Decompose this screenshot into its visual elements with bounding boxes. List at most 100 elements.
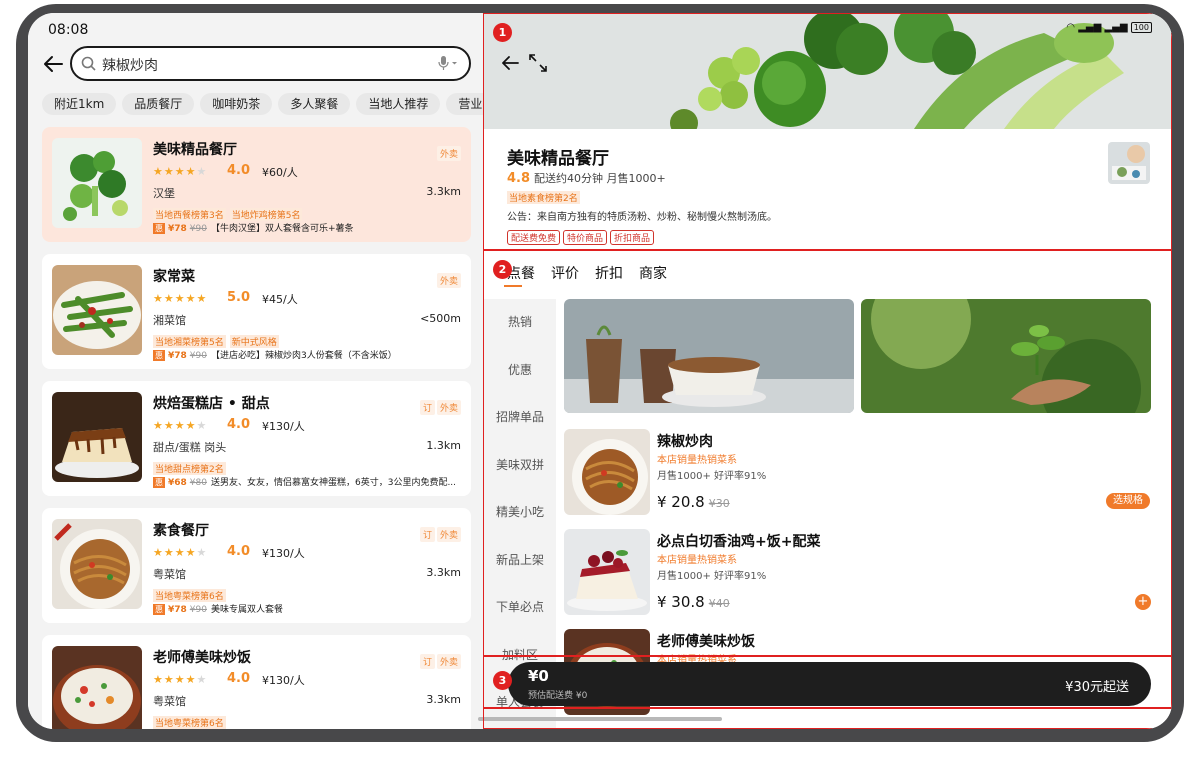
rank-badges: 当地湘菜榜第5名 新中式风格: [153, 330, 283, 349]
original-price: ¥80: [189, 478, 207, 488]
select-spec-button[interactable]: 选规格: [1106, 493, 1150, 509]
star-rating: ★★★★★: [153, 419, 208, 432]
deal-row[interactable]: 惠 ¥78 ¥90 【进店必吃】辣椒炒肉3人份套餐（不含米饭）: [153, 348, 461, 361]
restaurant-name: 美味精品餐厅: [153, 142, 237, 158]
rank-badges: 当地粤菜榜第6名: [153, 584, 230, 603]
shop-score: 4.8: [507, 171, 531, 186]
shop-name: 美味精品餐厅: [507, 149, 609, 169]
shop-notice: 公告：来自南方独有的特质汤粉、炒粉、秘制慢火熬制汤底。: [507, 212, 777, 223]
dish-price: ¥ 20.8 ¥30: [657, 493, 734, 511]
tab-merchant[interactable]: 商家: [639, 263, 667, 283]
star-rating: ★★★★★: [153, 673, 208, 686]
price: ¥ 30.8: [657, 593, 705, 611]
original-price: ¥30: [708, 497, 730, 510]
tab-reviews[interactable]: 评价: [551, 263, 579, 283]
category: 粤菜馆: [153, 568, 186, 581]
restaurant-name: 烘焙蛋糕店 • 甜点: [153, 396, 270, 412]
star-rating: ★★★★★: [153, 292, 208, 305]
deal-text: 送男友、女友，情侣慕富女神蛋糕，6英寸，3公里内免费配...: [210, 478, 457, 488]
service-tag: 外卖: [436, 146, 461, 161]
chip[interactable]: 当地人推荐: [356, 93, 441, 115]
restaurant-name: 老师傅美味炒饭: [153, 650, 251, 666]
deal-badge: 惠: [153, 223, 165, 234]
distance: 3.3km: [426, 693, 461, 706]
rank-badges: 当地西餐榜第3名 当地炸鸡榜第5名: [153, 203, 306, 222]
min-order-button[interactable]: ¥30元起送: [1065, 676, 1129, 695]
screen: 08:08 辣椒炒肉 附近1km 品质餐厅 咖啡奶茶 多人聚餐 当地人推荐 营业 美味精品…: [28, 13, 1172, 729]
service-tag: 外卖: [436, 273, 461, 288]
distance: 1.3km: [426, 439, 461, 452]
dish-rank: 本店销量热销菜系: [657, 555, 737, 566]
back-arrow-icon[interactable]: [500, 53, 520, 73]
expand-icon[interactable]: [528, 53, 548, 73]
category-item[interactable]: 精美小吃: [484, 489, 556, 537]
rank-badge: 当地粤菜榜第6名: [153, 589, 226, 602]
restaurant-card[interactable]: 烘焙蛋糕店 • 甜点 订外卖 ★★★★★ 4.0 ¥130/人 甜点/蛋糕 岗头…: [42, 381, 471, 496]
dish-image: [564, 429, 650, 515]
deal-row[interactable]: 惠 ¥68 ¥80 送男友、女友，情侣慕富女神蛋糕，6英寸，3公里内免费配...: [153, 475, 461, 488]
promo-badge: 折扣商品: [610, 230, 655, 245]
search-bar[interactable]: 辣椒炒肉: [70, 46, 471, 81]
restaurant-tags: 订外卖: [418, 396, 461, 415]
category-item[interactable]: 优惠: [484, 347, 556, 395]
category-item[interactable]: 招牌单品: [484, 394, 556, 442]
search-input[interactable]: 辣椒炒肉: [102, 55, 158, 75]
annotation-number: 2: [493, 260, 512, 279]
dish-item[interactable]: 必点白切香油鸡+饭+配菜 本店销量热销菜系 月售1000+ 好评率91% ¥ 3…: [564, 529, 1164, 619]
category-item[interactable]: 热销: [484, 299, 556, 347]
rating-score: 4.0: [227, 544, 251, 559]
cart-bar[interactable]: ¥0 预估配送费 ¥0 ¥30元起送: [508, 662, 1151, 706]
shop-meta: 4.8 配送约40分钟 月售1000+: [507, 170, 666, 186]
chip[interactable]: 咖啡奶茶: [200, 93, 273, 115]
chip[interactable]: 多人聚餐: [278, 93, 351, 115]
chip[interactable]: 营业: [446, 93, 484, 115]
restaurant-image: [52, 392, 142, 482]
chip[interactable]: 附近1km: [42, 93, 117, 115]
avg-price: ¥45/人: [262, 293, 298, 306]
restaurant-card[interactable]: 家常菜 外卖 ★★★★★ 5.0 ¥45/人 湘菜馆 <500m 当地湘菜榜第5…: [42, 254, 471, 369]
microphone-icon[interactable]: [437, 55, 459, 71]
service-tag: 订: [419, 400, 435, 415]
deal-row[interactable]: 惠 ¥78 ¥90 美味专属双人套餐: [153, 602, 461, 615]
original-price: ¥40: [708, 597, 730, 610]
tab-discounts[interactable]: 折扣: [595, 263, 623, 283]
add-to-cart-button[interactable]: +: [1135, 594, 1151, 610]
restaurant-tags: 订外卖: [418, 650, 461, 669]
restaurant-tags: 外卖: [435, 269, 461, 288]
category: 甜点/蛋糕 岗头: [153, 441, 227, 454]
restaurant-card[interactable]: 素食餐厅 订外卖 ★★★★★ 4.0 ¥130/人 粤菜馆 3.3km 当地粤菜…: [42, 508, 471, 623]
category-item[interactable]: 美味双拼: [484, 442, 556, 490]
promo-banner[interactable]: [861, 299, 1151, 413]
category-item[interactable]: 新品上架: [484, 537, 556, 585]
restaurant-image: [52, 138, 142, 228]
promo-banner[interactable]: [564, 299, 854, 413]
shop-avatar[interactable]: [1108, 142, 1150, 184]
service-tag: 外卖: [436, 654, 461, 669]
dish-item[interactable]: 辣椒炒肉 本店销量热销菜系 月售1000+ 好评率91% ¥ 20.8 ¥30 选…: [564, 429, 1164, 519]
category: 湘菜馆: [153, 314, 186, 327]
deal-badge: 惠: [153, 604, 165, 615]
deal-row[interactable]: 惠 ¥78 ¥90 【牛肉汉堡】双人套餐含可乐+薯条: [153, 221, 461, 234]
deal-price: ¥68: [168, 478, 187, 488]
back-arrow-icon[interactable]: [42, 53, 64, 75]
wifi-icon: ◠: [1066, 22, 1075, 33]
dish-stats: 月售1000+ 好评率91%: [657, 471, 767, 482]
rating-score: 4.0: [227, 417, 251, 432]
original-price: ¥90: [189, 224, 207, 234]
home-indicator[interactable]: [478, 717, 722, 721]
star-rating: ★★★★★: [153, 546, 208, 559]
deal-text: 【进店必吃】辣椒炒肉3人份套餐（不含米饭）: [210, 351, 397, 361]
restaurant-card[interactable]: 美味精品餐厅 外卖 ★★★★★ 4.0 ¥60/人 汉堡 3.3km 当地西餐榜…: [42, 127, 471, 242]
price: ¥ 20.8: [657, 493, 705, 511]
restaurant-card[interactable]: 老师傅美味炒饭 订外卖 ★★★★★ 4.0 ¥130/人 粤菜馆 3.3km 当…: [42, 635, 471, 729]
dish-price: ¥ 30.8 ¥40: [657, 593, 734, 611]
category-item[interactable]: 下单必点: [484, 584, 556, 632]
rank-badge: 当地西餐榜第3名: [153, 208, 226, 221]
dish-image: [564, 529, 650, 615]
category: 汉堡: [153, 187, 175, 200]
filter-chips: 附近1km 品质餐厅 咖啡奶茶 多人聚餐 当地人推荐 营业: [42, 93, 484, 115]
category: 粤菜馆: [153, 695, 186, 708]
restaurant-tags: 订外卖: [418, 523, 461, 542]
chip[interactable]: 品质餐厅: [122, 93, 195, 115]
restaurant-list: 美味精品餐厅 外卖 ★★★★★ 4.0 ¥60/人 汉堡 3.3km 当地西餐榜…: [42, 127, 471, 729]
